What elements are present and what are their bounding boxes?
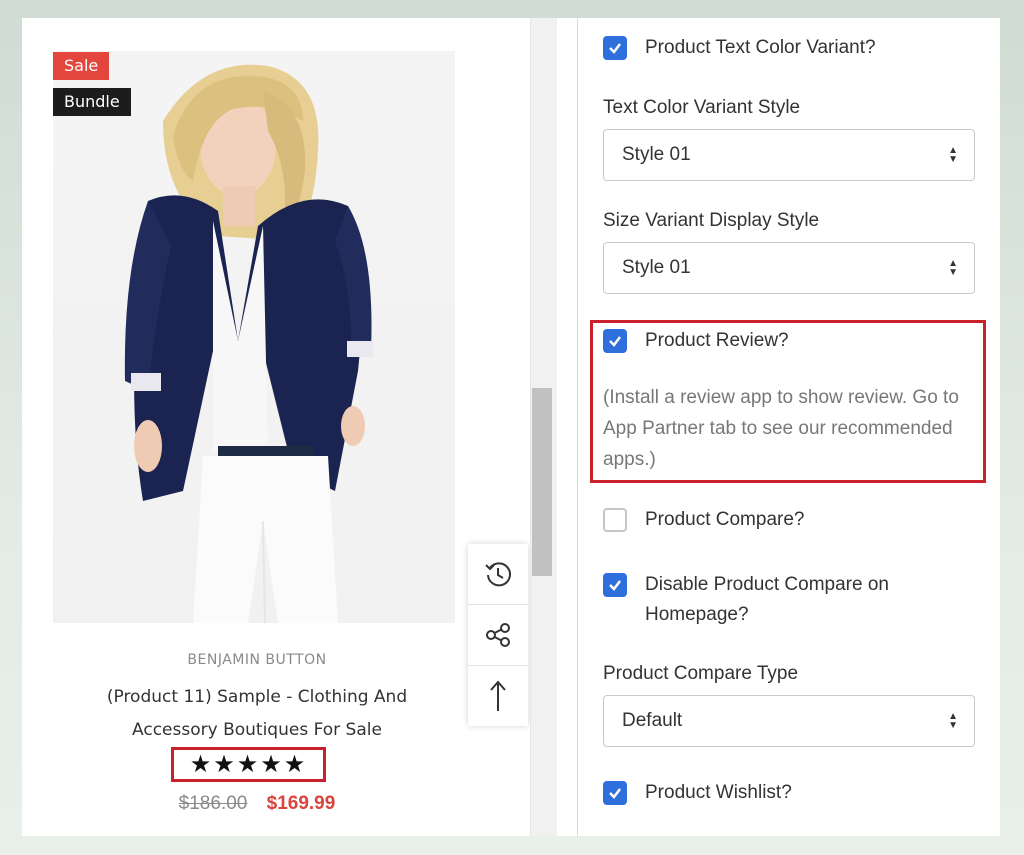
product-review-label: Product Review? xyxy=(645,330,789,351)
history-button[interactable] xyxy=(468,544,528,605)
price-new: $169.99 xyxy=(266,793,336,814)
sale-badge: Sale xyxy=(53,52,110,80)
select-arrows-icon: ▲ ▼ xyxy=(948,711,958,731)
text-color-variant-style-select[interactable]: Style 01 ▲ ▼ xyxy=(603,129,975,181)
text-color-variant-option[interactable]: Product Text Color Variant? xyxy=(603,36,876,63)
size-variant-style-select[interactable]: Style 01 ▲ ▼ xyxy=(603,242,975,294)
product-compare-type-select[interactable]: Default ▲ ▼ xyxy=(603,695,975,747)
floating-tools xyxy=(468,544,528,726)
checkmark-icon xyxy=(609,788,621,799)
share-button[interactable] xyxy=(468,605,528,666)
checkmark-icon xyxy=(609,336,621,347)
text-color-variant-checkbox[interactable] xyxy=(603,36,627,60)
product-title[interactable]: (Product 11) Sample - Clothing And Acces… xyxy=(67,681,447,747)
select-arrows-icon: ▲ ▼ xyxy=(948,145,958,165)
model-illustration xyxy=(124,64,373,623)
checkmark-icon xyxy=(609,580,621,591)
disable-compare-homepage-option[interactable]: Disable Product Compare on Homepage? xyxy=(603,573,935,630)
product-wishlist-option[interactable]: Product Wishlist? xyxy=(603,781,792,808)
text-color-variant-style-label: Text Color Variant Style xyxy=(603,97,801,118)
scrollbar-thumb[interactable] xyxy=(532,388,552,576)
product-review-note: (Install a review app to show review. Go… xyxy=(603,387,959,470)
product-compare-option[interactable]: Product Compare? xyxy=(603,508,804,535)
text-color-variant-style-value: Style 01 xyxy=(622,144,691,165)
arrow-up-icon xyxy=(490,680,506,711)
checkmark-icon xyxy=(609,43,621,54)
product-price: $186.00 $169.99 xyxy=(22,793,492,815)
product-compare-checkbox[interactable] xyxy=(603,508,627,532)
size-variant-style-label: Size Variant Display Style xyxy=(603,210,820,231)
bundle-badge: Bundle xyxy=(53,88,131,116)
product-preview-panel: Sale Bundle BENJAMIN BUTTON (Product 11)… xyxy=(22,18,530,836)
product-wishlist-label: Product Wishlist? xyxy=(645,782,792,803)
product-compare-type-value: Default xyxy=(622,710,683,731)
product-compare-label: Product Compare? xyxy=(645,509,805,530)
product-review-checkbox[interactable] xyxy=(603,329,627,353)
product-review-option[interactable]: Product Review? xyxy=(603,329,789,356)
product-compare-type-label: Product Compare Type xyxy=(603,663,799,684)
disable-compare-homepage-checkbox[interactable] xyxy=(603,573,627,597)
text-color-variant-label: Product Text Color Variant? xyxy=(645,37,876,58)
history-icon xyxy=(485,562,511,587)
product-rating-stars: ★★★★★ xyxy=(171,747,326,782)
price-old: $186.00 xyxy=(178,793,248,814)
product-image[interactable] xyxy=(53,51,455,623)
share-icon xyxy=(486,623,510,647)
settings-panel: Product Text Color Variant? Text Color V… xyxy=(578,18,1000,836)
disable-compare-homepage-label: Disable Product Compare on Homepage? xyxy=(645,574,889,625)
product-wishlist-checkbox[interactable] xyxy=(603,781,627,805)
size-variant-style-value: Style 01 xyxy=(622,257,691,278)
app-frame: Sale Bundle BENJAMIN BUTTON (Product 11)… xyxy=(22,18,1000,836)
select-arrows-icon: ▲ ▼ xyxy=(948,258,958,278)
back-to-top-button[interactable] xyxy=(468,666,528,726)
product-vendor[interactable]: BENJAMIN BUTTON xyxy=(22,652,492,668)
